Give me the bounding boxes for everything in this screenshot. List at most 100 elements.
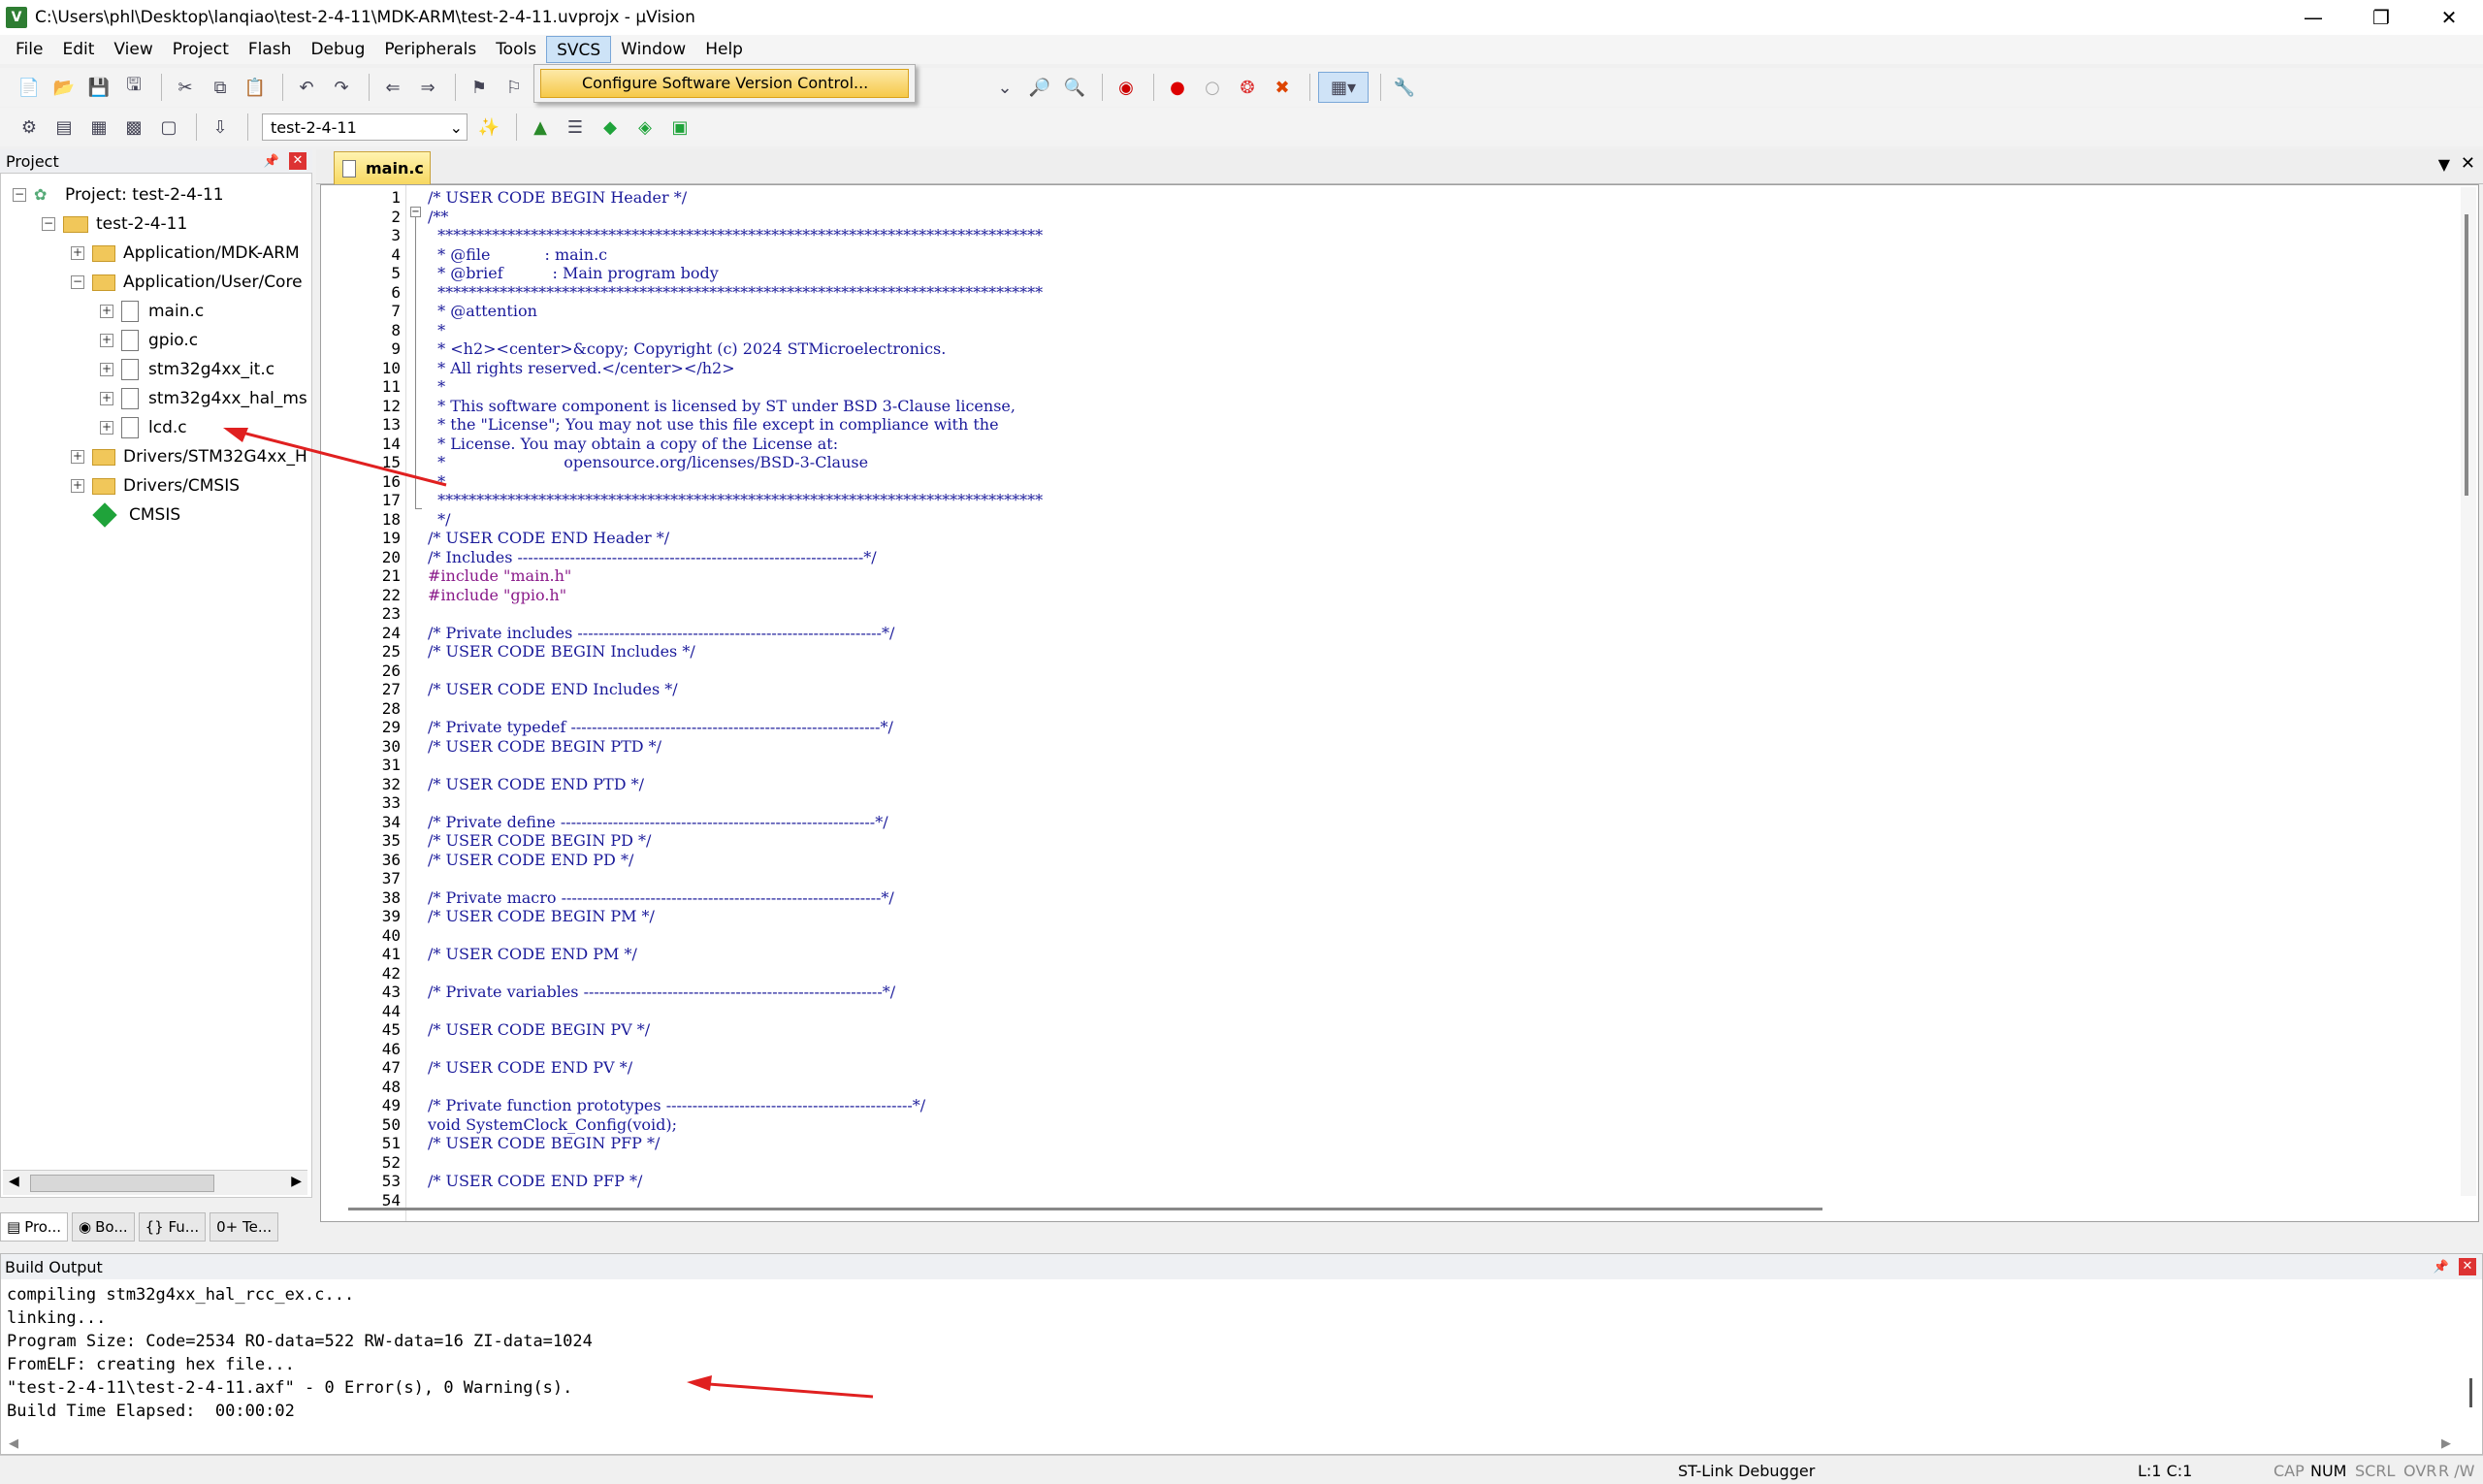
code-line[interactable]: /* Includes ----------------------------… [428, 548, 877, 567]
close-button[interactable]: ✕ [2415, 0, 2483, 35]
code-line[interactable]: * <h2><center>&copy; Copyright (c) 2024 … [428, 339, 946, 359]
save-all-icon[interactable]: 🖫 [118, 72, 149, 103]
code-line[interactable]: /* Private macro -----------------------… [428, 888, 894, 908]
tree-file-it-c[interactable]: + stm32g4xx_it.c [100, 356, 274, 383]
fold-toggle-icon[interactable]: − [410, 207, 421, 217]
expand-icon[interactable]: + [100, 421, 113, 435]
code-line[interactable]: /* USER CODE END PV */ [428, 1058, 632, 1078]
menu-help[interactable]: Help [695, 36, 753, 63]
tree-file-hal-msp-c[interactable]: + stm32g4xx_hal_msp.c [100, 385, 307, 412]
code-line[interactable]: /* USER CODE END PTD */ [428, 775, 644, 794]
menu-project[interactable]: Project [163, 36, 239, 63]
expand-icon[interactable]: + [71, 246, 84, 260]
tab-functions[interactable]: {} Fu... [138, 1212, 207, 1242]
stop-build-icon[interactable]: ▢ [153, 112, 184, 143]
close-icon[interactable]: ✕ [2459, 1258, 2476, 1275]
kill-breakpoints-icon[interactable]: ✖ [1267, 72, 1298, 103]
code-line[interactable]: * the "License"; You may not use this fi… [428, 415, 998, 435]
close-editor-icon[interactable]: ✕ [2461, 153, 2475, 174]
code-line[interactable]: * [428, 321, 445, 340]
code-line[interactable]: /* USER CODE BEGIN Header */ [428, 188, 687, 208]
code-line[interactable]: #include "main.h" [428, 566, 571, 586]
code-line[interactable]: * @attention [428, 302, 537, 321]
code-editor[interactable]: 1 2 3 4 5 6 7 8 9 10 11 12 13 14 15 16 17 18 19 20 21 22 23 24 2… [320, 184, 2479, 1222]
tree-project-root[interactable]: − ✿ Project: test-2-4-11 [13, 181, 224, 209]
menu-edit[interactable]: Edit [52, 36, 104, 63]
scroll-thumb[interactable] [348, 1208, 1822, 1210]
code-line[interactable]: /* USER CODE BEGIN PFP */ [428, 1134, 660, 1153]
window-layout-icon[interactable]: ▦▾ [1318, 72, 1369, 103]
code-line[interactable]: * All rights reserved.</center></h2> [428, 359, 734, 378]
code-line[interactable]: /* Private variables -------------------… [428, 983, 895, 1002]
breakpoint-icon[interactable]: ● [1162, 72, 1193, 103]
configure-icon[interactable]: 🔧 [1389, 72, 1420, 103]
tab-books[interactable]: ◉ Bo... [72, 1212, 135, 1242]
code-line[interactable]: /* Private typedef ---------------------… [428, 718, 893, 737]
tree-group-mdk-arm[interactable]: + Application/MDK-ARM [71, 240, 300, 267]
code-line[interactable]: /* USER CODE END PM */ [428, 945, 637, 964]
redo-icon[interactable]: ↷ [326, 72, 357, 103]
project-horizontal-scrollbar[interactable]: ◀ ▶ [3, 1170, 307, 1195]
scroll-thumb[interactable] [2465, 214, 2468, 496]
scroll-left-icon[interactable]: ◀ [9, 1436, 18, 1451]
code-line[interactable]: * @file : main.c [428, 245, 607, 265]
download-load-icon[interactable]: ⇩ [205, 112, 236, 143]
disable-all-breakpoints-icon[interactable]: ❂ [1232, 72, 1263, 103]
find-in-files-icon[interactable]: 🔎 [1024, 72, 1055, 103]
pin-icon[interactable]: 📌 [2434, 1260, 2449, 1274]
code-line[interactable]: ****************************************… [428, 283, 1043, 303]
find-combo-arrow-icon[interactable]: ⌄ [989, 72, 1020, 103]
disable-breakpoint-icon[interactable]: ○ [1197, 72, 1228, 103]
code-line[interactable]: /* USER CODE BEGIN PV */ [428, 1020, 650, 1040]
menu-tools[interactable]: Tools [486, 36, 546, 63]
scroll-right-icon[interactable]: ▶ [2441, 1436, 2451, 1451]
code-line[interactable]: */ [428, 510, 450, 530]
code-line[interactable]: ****************************************… [428, 226, 1043, 245]
expand-icon[interactable]: + [100, 363, 113, 376]
nav-back-icon[interactable]: ⇐ [377, 72, 408, 103]
paste-icon[interactable]: 📋 [240, 72, 271, 103]
build-icon[interactable]: ▤ [48, 112, 80, 143]
menu-window[interactable]: Window [611, 36, 695, 63]
output-horizontal-scrollbar[interactable]: ◀ ▶ [1, 1435, 2465, 1454]
code-line[interactable]: /* USER CODE END PFP */ [428, 1172, 642, 1191]
manage-components-icon[interactable]: ▲ [525, 112, 556, 143]
debug-session-icon[interactable]: ◉ [1111, 72, 1142, 103]
scroll-thumb[interactable] [30, 1175, 214, 1192]
minimize-button[interactable]: — [2279, 0, 2347, 35]
bookmark-prev-icon[interactable]: ⚐ [499, 72, 530, 103]
file-extensions-icon[interactable]: ☰ [560, 112, 591, 143]
tab-main-c[interactable]: main.c [334, 151, 431, 184]
scroll-right-icon[interactable]: ▶ [291, 1174, 302, 1189]
tree-group-cmsis[interactable]: + Drivers/CMSIS [71, 472, 240, 500]
open-file-icon[interactable]: 📂 [48, 72, 80, 103]
undo-icon[interactable]: ↶ [291, 72, 322, 103]
editor-vertical-scrollbar[interactable] [2461, 187, 2476, 1196]
code-line[interactable]: /* Private includes --------------------… [428, 624, 894, 643]
scroll-left-icon[interactable]: ◀ [9, 1174, 19, 1189]
tree-group-user-core[interactable]: − Application/User/Core [71, 269, 303, 296]
nav-forward-icon[interactable]: ⇒ [412, 72, 443, 103]
code-line[interactable]: /** [428, 208, 448, 227]
code-line[interactable]: void SystemClock_Config(void); [428, 1115, 677, 1135]
select-packs-icon[interactable]: ◈ [629, 112, 661, 143]
save-icon[interactable]: 💾 [83, 72, 114, 103]
menu-svcs[interactable]: SVCS [546, 36, 612, 63]
tree-component-cmsis[interactable]: CMSIS [92, 501, 180, 529]
tree-group-hal-driver[interactable]: + Drivers/STM32G4xx_HAL_Driver [71, 443, 307, 470]
target-select[interactable]: test-2-4-11 ⌄ [262, 113, 468, 141]
menu-peripherals[interactable]: Peripherals [374, 36, 486, 63]
pin-icon[interactable]: 📌 [264, 154, 279, 169]
tree-file-gpio-c[interactable]: + gpio.c [100, 327, 198, 354]
copy-icon[interactable]: ⧉ [205, 72, 236, 103]
cut-icon[interactable]: ✂ [170, 72, 201, 103]
tab-templates[interactable]: 0+ Te... [210, 1212, 279, 1242]
output-scroll-thumb[interactable] [2469, 1378, 2472, 1407]
incremental-find-icon[interactable]: 🔍 [1059, 72, 1090, 103]
menu-view[interactable]: View [104, 36, 162, 63]
code-line[interactable]: /* Private function prototypes ---------… [428, 1096, 925, 1115]
manage-rte-icon[interactable]: ▣ [664, 112, 695, 143]
collapse-icon[interactable]: − [42, 217, 55, 231]
code-line[interactable]: * [428, 472, 445, 492]
target-options-icon[interactable]: ✨ [473, 112, 504, 143]
